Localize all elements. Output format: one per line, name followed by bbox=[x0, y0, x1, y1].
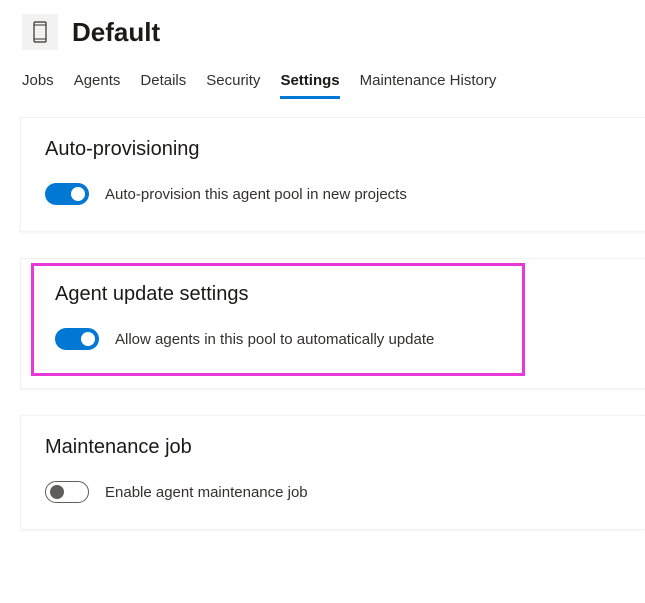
settings-content: Auto-provisioning Auto-provision this ag… bbox=[0, 99, 645, 530]
toggle-knob bbox=[81, 332, 95, 346]
agent-update-toggle[interactable] bbox=[55, 328, 99, 350]
tab-settings[interactable]: Settings bbox=[280, 72, 339, 99]
auto-provisioning-toggle-label: Auto-provision this agent pool in new pr… bbox=[105, 186, 407, 203]
maintenance-job-toggle-row: Enable agent maintenance job bbox=[45, 481, 621, 503]
agent-update-toggle-label: Allow agents in this pool to automatical… bbox=[115, 331, 434, 348]
agent-update-toggle-row: Allow agents in this pool to automatical… bbox=[55, 328, 501, 350]
tab-details[interactable]: Details bbox=[140, 72, 186, 99]
page-title: Default bbox=[72, 17, 160, 48]
agent-update-card: Agent update settings Allow agents in th… bbox=[31, 263, 525, 376]
auto-provisioning-card: Auto-provisioning Auto-provision this ag… bbox=[20, 117, 645, 232]
tab-security[interactable]: Security bbox=[206, 72, 260, 99]
device-icon bbox=[33, 21, 47, 43]
maintenance-job-card: Maintenance job Enable agent maintenance… bbox=[20, 415, 645, 530]
tab-bar: Jobs Agents Details Security Settings Ma… bbox=[0, 62, 645, 99]
tab-maintenance-history[interactable]: Maintenance History bbox=[360, 72, 497, 99]
auto-provisioning-title: Auto-provisioning bbox=[45, 138, 621, 161]
auto-provisioning-toggle-row: Auto-provision this agent pool in new pr… bbox=[45, 183, 621, 205]
toggle-knob bbox=[71, 187, 85, 201]
tab-agents[interactable]: Agents bbox=[74, 72, 121, 99]
agent-update-card-outer: Agent update settings Allow agents in th… bbox=[20, 258, 645, 389]
pool-icon bbox=[22, 14, 58, 50]
toggle-knob bbox=[50, 485, 64, 499]
page-header: Default bbox=[0, 0, 645, 58]
tab-jobs[interactable]: Jobs bbox=[22, 72, 54, 99]
maintenance-job-toggle-label: Enable agent maintenance job bbox=[105, 484, 308, 501]
maintenance-job-toggle[interactable] bbox=[45, 481, 89, 503]
agent-update-title: Agent update settings bbox=[55, 283, 501, 306]
maintenance-job-title: Maintenance job bbox=[45, 436, 621, 459]
auto-provisioning-toggle[interactable] bbox=[45, 183, 89, 205]
